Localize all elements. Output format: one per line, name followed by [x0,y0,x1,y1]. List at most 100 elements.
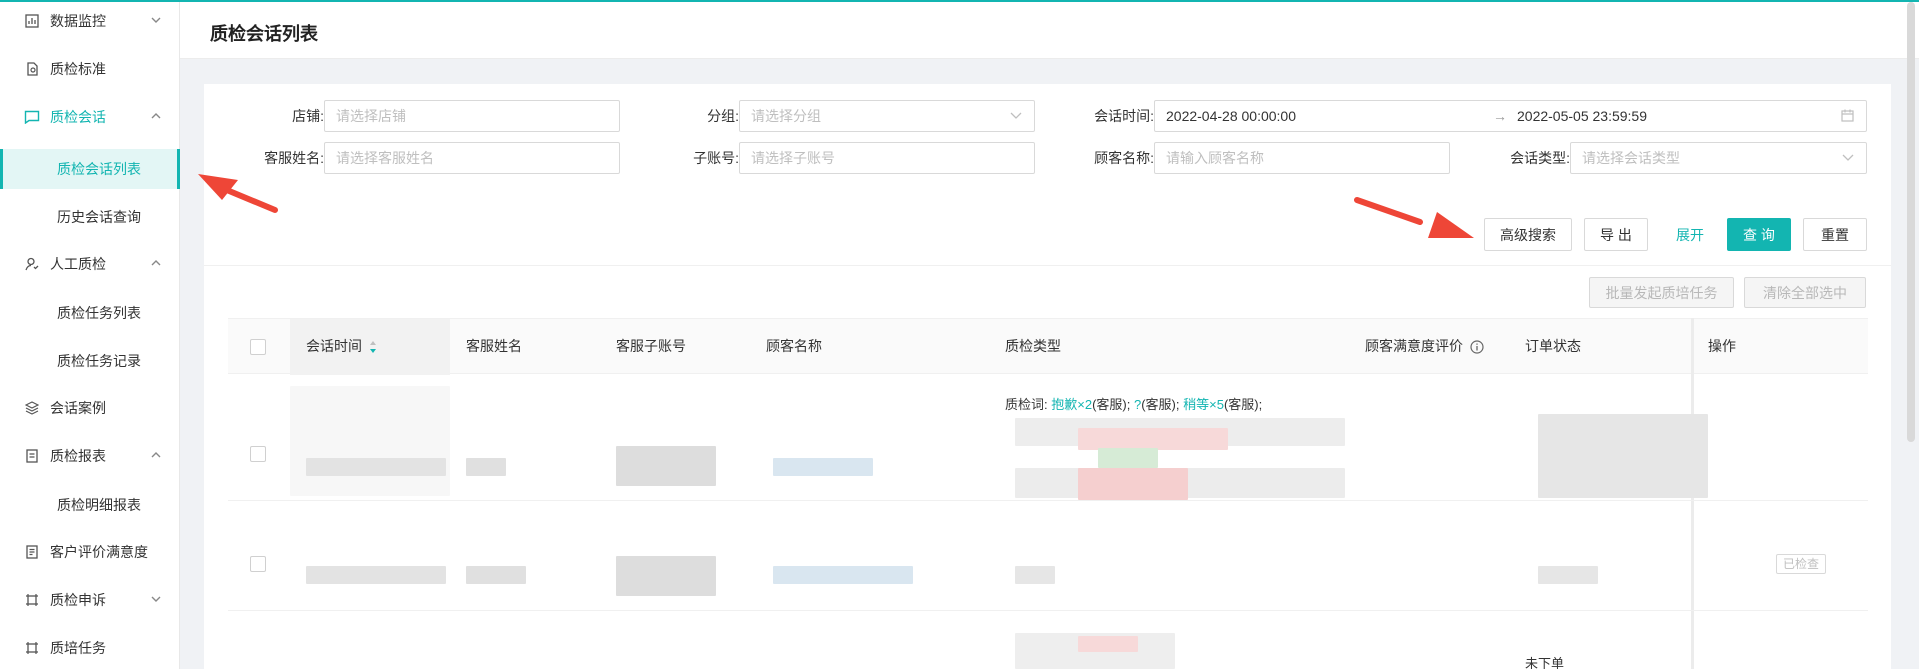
session-table: 会话时间 客服姓名 客服子账号 顾客名称 质检类型 顾客满意度评价 订单状态 操… [228,318,1868,669]
page-title: 质检会话列表 [210,24,318,44]
redacted-qc-type [1098,448,1158,468]
sidebar-item-label: 质检报表 [50,448,106,464]
session-time-start[interactable]: 2022-04-28 00:00:00 [1166,101,1296,131]
expand-link[interactable]: 展开 [1658,218,1722,251]
chevron-up-icon [151,260,161,266]
sidebar-item-label: 人工质检 [50,256,106,272]
redacted-qc-type [1078,636,1138,652]
session-time-range-picker[interactable]: 2022-04-28 00:00:00 → 2022-05-05 23:59:5… [1154,100,1867,132]
keyword[interactable]: 抱歉×2 [1051,397,1092,412]
column-session-time[interactable]: 会话时间 [306,319,362,374]
sidebar-item-history-session[interactable]: 历史会话查询 [0,197,180,237]
sidebar-item-qc-standard[interactable]: 质检标准 [0,45,180,93]
session-type-select[interactable]: 请选择会话类型 [1570,142,1867,174]
batch-training-task-button[interactable]: 批量发起质培任务 [1589,277,1734,308]
sort-icon[interactable] [369,340,377,354]
session-time-label: 会话时间: [1094,108,1154,124]
sidebar-item-label: 质检会话 [50,109,106,125]
sidebar-item-qc-session[interactable]: 质检会话 [0,93,180,141]
info-icon[interactable] [1470,340,1484,354]
sidebar-item-qc-task-list[interactable]: 质检任务列表 [0,293,180,333]
row-divider [228,500,1868,501]
sidebar-item-label: 客户评价满意度 [50,544,148,560]
redacted-qc-type [1015,566,1055,584]
sidebar-item-qc-appeal[interactable]: 质检申诉 [0,576,180,624]
frame-icon [24,592,40,608]
session-type-placeholder: 请选择会话类型 [1582,150,1680,166]
frame-icon [24,640,40,656]
table-header: 会话时间 客服姓名 客服子账号 顾客名称 质检类型 顾客满意度评价 订单状态 操… [228,318,1868,375]
sub-account-placeholder: 请选择子账号 [751,150,835,166]
column-customer-name: 顾客名称 [766,338,822,354]
clear-selection-button[interactable]: 清除全部选中 [1744,277,1866,308]
user-icon [24,256,40,272]
sidebar-item-label: 质检任务列表 [57,305,141,321]
sidebar-item-qc-report[interactable]: 质检报表 [0,432,180,480]
select-all-checkbox[interactable] [250,339,266,355]
redacted-time [306,458,446,476]
row-checkbox[interactable] [250,446,266,462]
redacted-qc-type [1078,468,1188,500]
sub-account-select[interactable]: 请选择子账号 [739,142,1035,174]
sidebar-item-qc-task-record[interactable]: 质检任务记录 [0,341,180,381]
sidebar-item-qc-session-list[interactable]: 质检会话列表 [0,149,180,189]
query-button[interactable]: 查 询 [1727,218,1791,251]
range-arrow-icon: → [1493,108,1507,124]
column-agent-sub-account: 客服子账号 [616,338,686,354]
redacted-customer [773,458,873,476]
qc-keywords: 质检词: 抱歉×2(客服); ?(客服); 稍等×5(客服); [1005,394,1262,413]
redacted-time [306,566,446,584]
sidebar-item-qc-detail-report[interactable]: 质检明细报表 [0,485,180,525]
list-icon [24,544,40,560]
redacted-sub-account [616,446,716,486]
sidebar-item-manual-qc[interactable]: 人工质检 [0,240,180,288]
redacted-order-status [1538,566,1598,584]
sidebar-item-label: 质检明细报表 [57,497,141,513]
sub-account-label: 子账号: [693,150,739,166]
chevron-down-icon [151,596,161,602]
agent-name-select[interactable]: 请选择客服姓名 [324,142,620,174]
group-select[interactable]: 请选择分组 [739,100,1035,132]
sidebar-item-session-cases[interactable]: 会话案例 [0,384,180,432]
order-status-text: 未下单 [1525,656,1565,669]
message-icon [24,109,40,125]
filter-and-table-card: 店铺: 请选择店铺 分组: 请选择分组 会话时间: 2022-04-28 00:… [204,84,1891,669]
customer-name-placeholder: 请输入顾客名称 [1166,150,1264,166]
qc-keywords-prefix: 质检词: [1005,397,1048,412]
shop-label: 店铺: [292,108,324,124]
sidebar-item-customer-satisfaction[interactable]: 客户评价满意度 [0,528,180,576]
customer-name-input[interactable]: 请输入顾客名称 [1154,142,1450,174]
report-icon [24,448,40,464]
sidebar-item-label: 会话案例 [50,400,106,416]
agent-name-label: 客服姓名: [264,150,324,166]
redacted-qc-type [1078,428,1228,450]
reset-button[interactable]: 重置 [1803,218,1867,251]
column-satisfaction: 顾客满意度评价 [1365,338,1463,354]
sidebar-item-label: 数据监控 [50,13,106,29]
group-placeholder: 请选择分组 [751,108,821,124]
advanced-search-button[interactable]: 高级搜索 [1484,218,1572,251]
session-type-label: 会话类型: [1510,150,1570,166]
redacted-order-status [1538,414,1708,498]
redacted-agent [466,458,506,476]
sidebar-item-label: 质检申诉 [50,592,106,608]
chevron-down-icon [1842,154,1854,161]
column-qc-type: 质检类型 [1005,338,1061,354]
sidebar-item-training-task[interactable]: 质培任务 [0,624,180,669]
section-divider [204,265,1891,266]
chevron-up-icon [151,113,161,119]
agent-name-placeholder: 请选择客服姓名 [336,150,434,166]
export-button[interactable]: 导 出 [1584,218,1648,251]
row-checkbox[interactable] [250,556,266,572]
shop-select[interactable]: 请选择店铺 [324,100,620,132]
vertical-scrollbar[interactable] [1907,2,1915,442]
session-time-end[interactable]: 2022-05-05 23:59:59 [1517,101,1647,131]
keyword-role: (客服); [1141,397,1180,412]
checked-status-badge: 已检查 [1776,554,1827,574]
shop-placeholder: 请选择店铺 [336,108,406,124]
redacted-cell [290,386,450,496]
keyword[interactable]: 稍等×5 [1183,397,1224,412]
sidebar-item-label: 质检会话列表 [57,161,141,177]
page-header: 质检会话列表 [180,2,1919,59]
sidebar-item-data-monitor[interactable]: 数据监控 [0,0,180,45]
